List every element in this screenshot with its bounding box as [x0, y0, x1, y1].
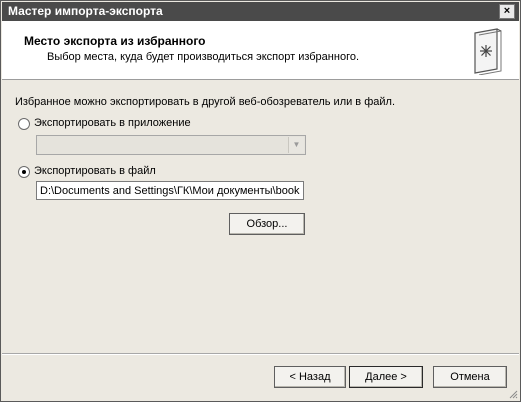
cancel-button[interactable]: Отмена [433, 366, 507, 388]
chevron-down-icon[interactable]: ▼ [288, 137, 304, 153]
file-path-input[interactable] [36, 181, 304, 200]
export-to-file-label[interactable]: Экспортировать в файл [34, 165, 156, 177]
wizard-window: Мастер импорта-экспорта × Место экспорта… [0, 0, 521, 402]
resize-grip-icon[interactable] [508, 389, 518, 399]
export-to-app-label[interactable]: Экспортировать в приложение [34, 117, 191, 129]
wizard-header: Место экспорта из избранного Выбор места… [2, 21, 519, 80]
step-subtitle: Выбор места, куда будет производиться эк… [47, 51, 360, 63]
window-title: Мастер импорта-экспорта [8, 4, 163, 18]
next-button[interactable]: Далее > [349, 366, 423, 388]
application-select[interactable]: ▼ [36, 135, 306, 155]
step-title: Место экспорта из избранного [24, 34, 206, 48]
footer-divider [2, 353, 519, 355]
close-button[interactable]: × [499, 4, 515, 19]
title-bar: Мастер импорта-экспорта × [2, 2, 519, 21]
back-button[interactable]: < Назад [274, 366, 346, 388]
favorites-folder-icon [474, 28, 502, 75]
browse-button[interactable]: Обзор... [229, 213, 305, 235]
export-to-app-radio[interactable] [18, 118, 30, 130]
export-to-file-radio[interactable] [18, 166, 30, 178]
intro-text: Избранное можно экспортировать в другой … [15, 96, 395, 108]
